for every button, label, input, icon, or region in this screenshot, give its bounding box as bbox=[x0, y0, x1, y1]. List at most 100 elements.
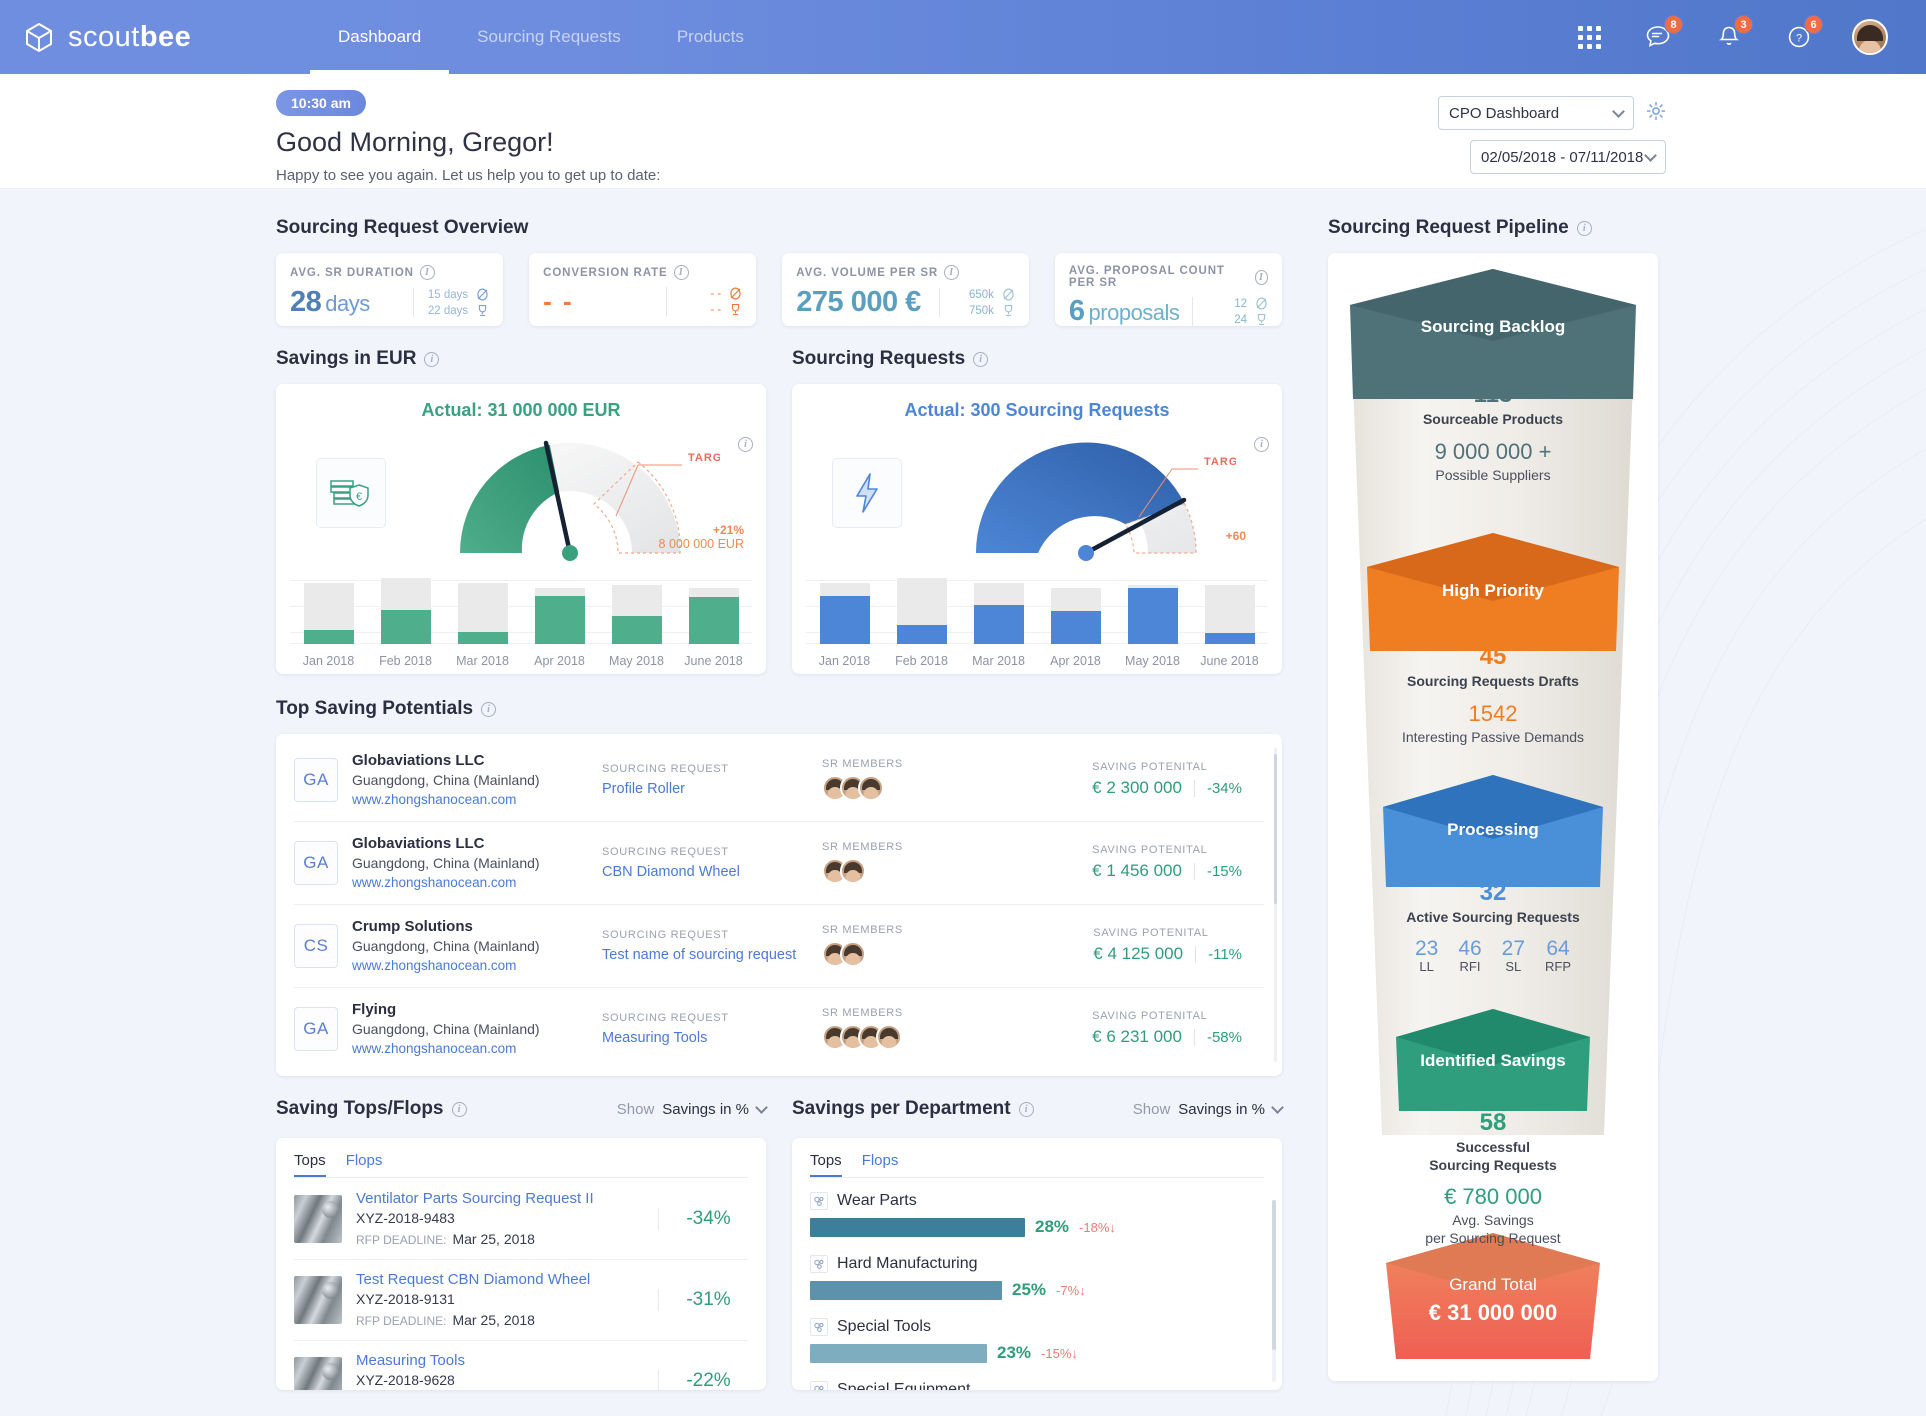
member-avatars bbox=[822, 1024, 1042, 1050]
notifications-badge: 3 bbox=[1734, 15, 1753, 34]
item-title-link[interactable]: Measuring Tools bbox=[356, 1352, 658, 1369]
section-title-pipeline: Sourcing Request Pipeline i bbox=[1328, 217, 1658, 239]
info-icon[interactable]: i bbox=[738, 437, 753, 452]
savings-bar-labels: Jan 2018 Feb 2018 Mar 2018 Apr 2018 May … bbox=[290, 654, 752, 668]
item-info: Test Request CBN Diamond Wheel XYZ-2018-… bbox=[356, 1271, 658, 1328]
company-website-link[interactable]: www.zhongshanocean.com bbox=[352, 792, 602, 807]
target-icon bbox=[1256, 297, 1267, 310]
stage-primary-label: Active Sourcing Requests bbox=[1406, 909, 1580, 925]
deadline-value: Mar 25, 2018 bbox=[452, 1312, 535, 1328]
deadline-label: RFP DEADLINE: bbox=[356, 1233, 447, 1247]
money-shield-icon: € bbox=[330, 479, 369, 507]
info-icon[interactable]: i bbox=[1254, 269, 1269, 285]
department-value: 28% bbox=[1035, 1217, 1070, 1236]
apps-grid-icon bbox=[1577, 25, 1601, 49]
department-bar-row: 28% -18%↓ bbox=[810, 1217, 1264, 1237]
info-icon[interactable]: i bbox=[424, 351, 440, 367]
info-icon[interactable]: i bbox=[1254, 437, 1269, 452]
scrollbar-thumb[interactable] bbox=[1272, 1200, 1276, 1350]
current-time-badge: 10:30 am bbox=[276, 90, 366, 116]
tab-tops[interactable]: Tops bbox=[810, 1152, 842, 1178]
info-icon[interactable]: i bbox=[1018, 1101, 1034, 1117]
info-icon[interactable]: i bbox=[1576, 220, 1592, 236]
notifications-button[interactable]: 3 bbox=[1712, 15, 1753, 54]
date-range-select[interactable]: 02/05/2018 - 07/11/2018 bbox=[1470, 140, 1666, 174]
department-name-row: Hard Manufacturing bbox=[810, 1255, 1264, 1273]
requests-headline: Actual: 300 Sourcing Requests bbox=[904, 400, 1170, 420]
tab-tops[interactable]: Tops bbox=[294, 1152, 326, 1178]
section-title-top-saving: Top Saving Potentials i bbox=[276, 698, 1282, 720]
sourcing-request-link[interactable]: Test name of sourcing request bbox=[602, 947, 822, 963]
stage-band-identified-savings[interactable]: Identified Savings bbox=[1328, 1039, 1658, 1083]
bottom-section-titles: Saving Tops/Flops i Show Savings in % Sa… bbox=[276, 1098, 1284, 1120]
sourcing-request-link[interactable]: Measuring Tools bbox=[602, 1030, 822, 1046]
target-icon bbox=[1003, 288, 1014, 301]
kpi-card-conversion-rate[interactable]: CONVERSION RATE i - - - - bbox=[529, 253, 757, 326]
kpi-card-avg-proposal-count[interactable]: AVG. PROPOSAL COUNT PER SR i 6 proposals … bbox=[1054, 253, 1283, 327]
saving-potential-col: SAVING POTENITAL € 6 231 000 -58% bbox=[1092, 1010, 1264, 1047]
bar-label: Jan 2018 bbox=[818, 654, 871, 668]
sourcing-request-link[interactable]: CBN Diamond Wheel bbox=[602, 864, 822, 880]
company-website-link[interactable]: www.zhongshanocean.com bbox=[352, 1041, 602, 1056]
kpi-card-avg-sr-duration[interactable]: AVG. SR DURATION i 28 days 15 days bbox=[276, 253, 504, 326]
bar-group bbox=[883, 566, 960, 644]
user-avatar[interactable] bbox=[1852, 19, 1888, 55]
trophy-icon bbox=[1257, 314, 1266, 325]
info-icon[interactable]: i bbox=[419, 265, 435, 280]
nav-item-products[interactable]: Products bbox=[649, 0, 772, 74]
list-item[interactable]: Measuring Tools XYZ-2018-9628 RFP DEADLI… bbox=[276, 1340, 766, 1390]
info-icon[interactable]: i bbox=[944, 265, 960, 280]
settings-gear-button[interactable] bbox=[1646, 101, 1666, 126]
dashboard-type-select[interactable]: CPO Dashboard bbox=[1438, 96, 1634, 130]
company-website-link[interactable]: www.zhongshanocean.com bbox=[352, 958, 602, 973]
company-location: Guangdong, China (Mainland) bbox=[352, 772, 540, 788]
pipeline-title-text: Sourcing Request Pipeline bbox=[1328, 217, 1569, 238]
table-row[interactable]: CS Crump Solutions Guangdong, China (Mai… bbox=[276, 904, 1282, 987]
messages-button[interactable]: 8 bbox=[1642, 15, 1683, 54]
info-icon[interactable]: i bbox=[973, 351, 989, 367]
nav-item-dashboard[interactable]: Dashboard bbox=[310, 0, 450, 74]
brand-logo-area[interactable]: scoutbee bbox=[22, 20, 252, 54]
item-title-link[interactable]: Ventilator Parts Sourcing Request II bbox=[356, 1190, 658, 1207]
stage-secondary-number: 1542 bbox=[1468, 700, 1518, 726]
nav-item-sourcing-requests[interactable]: Sourcing Requests bbox=[449, 0, 649, 74]
tab-flops[interactable]: Flops bbox=[862, 1152, 899, 1178]
departments-show-select[interactable]: Show Savings in % bbox=[1133, 1101, 1284, 1118]
target-icon bbox=[730, 287, 741, 300]
stage-band-high-priority[interactable]: High Priority bbox=[1328, 567, 1658, 615]
target-label: TARGET bbox=[1204, 456, 1236, 468]
item-title-link[interactable]: Test Request CBN Diamond Wheel bbox=[356, 1271, 658, 1288]
kpi-label-text: CONVERSION RATE bbox=[543, 266, 668, 279]
list-item[interactable]: Test Request CBN Diamond Wheel XYZ-2018-… bbox=[276, 1259, 766, 1340]
sourcing-request-link[interactable]: Profile Roller bbox=[602, 781, 822, 797]
column-header: SAVING POTENITAL bbox=[1092, 1010, 1208, 1022]
scrollbar-thumb[interactable] bbox=[1274, 754, 1277, 904]
company-website-link[interactable]: www.zhongshanocean.com bbox=[352, 875, 602, 890]
stage-label: Identified Savings bbox=[1420, 1051, 1566, 1070]
tab-flops[interactable]: Flops bbox=[346, 1152, 383, 1178]
table-row[interactable]: GA Flying Guangdong, China (Mainland) ww… bbox=[276, 987, 1282, 1070]
table-row[interactable]: GA Globaviations LLC Guangdong, China (M… bbox=[276, 821, 1282, 904]
department-row: Hard Manufacturing 25% -7%↓ bbox=[792, 1241, 1282, 1304]
kpi-card-avg-volume[interactable]: AVG. VOLUME PER SR i 275 000 € 650k bbox=[782, 253, 1029, 326]
tabs-divider bbox=[810, 1177, 1264, 1178]
info-icon[interactable]: i bbox=[481, 701, 497, 717]
item-deadline: RFP DEADLINE: Mar 25, 2018 bbox=[356, 1231, 658, 1247]
tops-flops-show-select[interactable]: Show Savings in % bbox=[617, 1101, 768, 1118]
help-button[interactable]: ? 6 bbox=[1782, 15, 1823, 54]
bar-label: Jan 2018 bbox=[302, 654, 355, 668]
table-row[interactable]: GA Globaviations LLC Guangdong, China (M… bbox=[276, 738, 1282, 821]
kpi-target-value: - - bbox=[710, 287, 722, 300]
info-icon[interactable]: i bbox=[673, 265, 689, 280]
kpi-side-values: 12 24 bbox=[1192, 297, 1268, 326]
company-initials-badge: GA bbox=[294, 1006, 338, 1051]
stage-band-sourcing-backlog[interactable]: Sourcing Backlog bbox=[1328, 303, 1658, 351]
apps-grid-button[interactable] bbox=[1572, 20, 1606, 54]
stage-band-processing[interactable]: Processing bbox=[1328, 807, 1658, 853]
info-icon[interactable]: i bbox=[451, 1101, 467, 1117]
left-column: Sourcing Request Overview AVG. SR DURATI… bbox=[276, 217, 1284, 1390]
company-location: Guangdong, China (Mainland) bbox=[352, 855, 540, 871]
bar-group bbox=[1191, 566, 1268, 644]
company-block: Flying Guangdong, China (Mainland) www.z… bbox=[352, 1001, 602, 1056]
list-item[interactable]: Ventilator Parts Sourcing Request II XYZ… bbox=[276, 1178, 766, 1259]
